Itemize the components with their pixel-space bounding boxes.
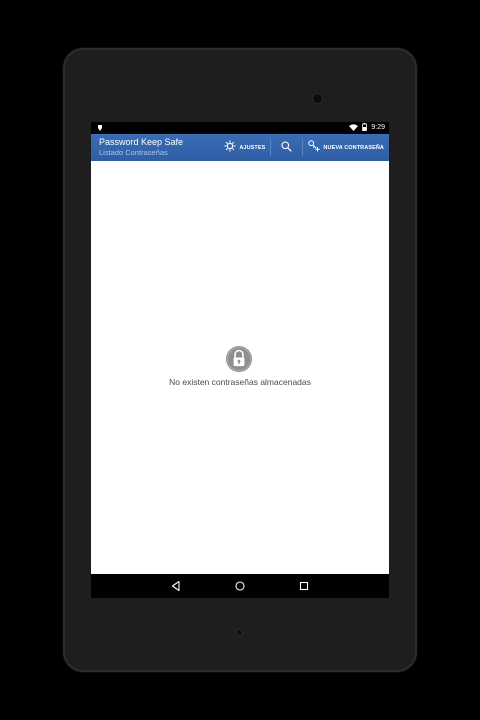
gear-icon [224,139,236,157]
status-bar: 9:29 [91,122,389,134]
settings-button[interactable]: AJUSTES [219,134,270,161]
new-password-button[interactable]: NUEVA CONTRASEÑA [303,134,389,161]
status-icons: 9:29 [349,123,385,133]
action-bar: Password Keep Safe Listado Contraseñas A… [91,134,389,161]
app-title: Password Keep Safe [99,137,184,147]
screen: 9:29 Password Keep Safe Listado Contrase… [91,122,389,598]
password-list: No existen contraseñas almacenadas [91,161,389,574]
notification-icon [97,124,103,132]
battery-icon [362,123,368,133]
app-subtitle: Listado Contraseñas [99,148,168,157]
search-icon [281,139,293,157]
action-buttons: AJUSTES NUEVA CONTRASEÑA [219,134,389,161]
empty-state-message: No existen contraseñas almacenadas [169,377,311,387]
back-icon[interactable] [169,579,183,593]
navigation-bar [91,574,389,598]
status-time: 9:29 [371,124,385,131]
add-key-icon [308,139,321,157]
wifi-icon [349,123,359,133]
settings-label: AJUSTES [239,144,266,151]
front-camera [313,94,322,103]
speaker-dot [237,630,242,635]
home-icon[interactable] [233,579,247,593]
tablet-device: 9:29 Password Keep Safe Listado Contrase… [63,48,417,672]
recents-icon[interactable] [297,579,311,593]
title-block: Password Keep Safe Listado Contraseñas [99,137,183,157]
lock-icon [225,345,253,373]
new-password-label: NUEVA CONTRASEÑA [323,144,384,151]
search-button[interactable] [271,134,302,161]
